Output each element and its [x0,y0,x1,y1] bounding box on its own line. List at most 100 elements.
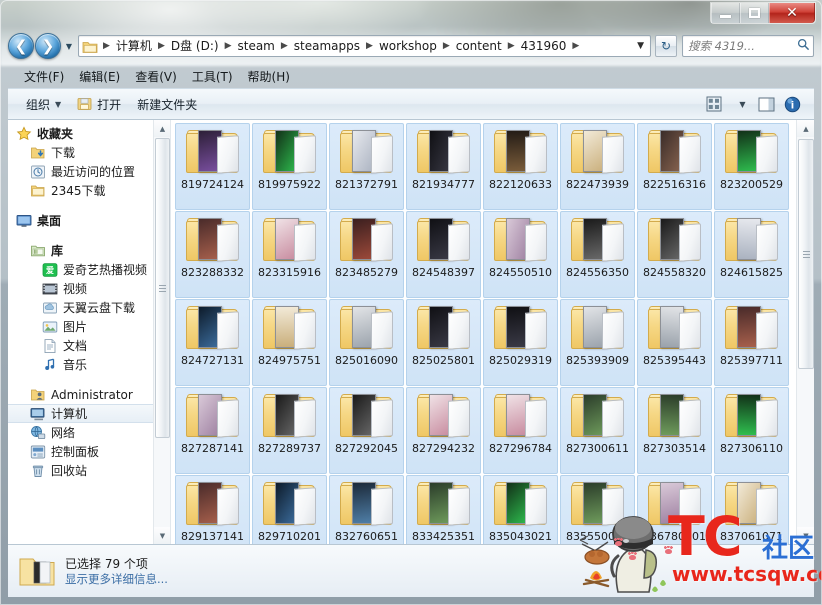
sidebar-item-pictures[interactable]: 图片 [8,317,170,336]
sidebar-item-star[interactable]: 收藏夹 [8,124,170,143]
file-grid-item[interactable]: 824558320 [637,211,712,298]
back-button[interactable]: ❮ [8,33,34,59]
file-grid-item[interactable]: 824975751 [252,299,327,386]
file-grid-item[interactable]: 823200529 [714,123,789,210]
navigation-scrollbar-thumb[interactable] [155,138,170,438]
file-grid-item[interactable]: 833425351 [406,475,481,544]
sidebar-item-network[interactable]: 网络 [8,423,170,442]
file-grid-item[interactable]: 825393909 [560,299,635,386]
breadcrumb-dropdown-icon[interactable]: ▼ [637,41,648,51]
new-folder-button[interactable]: 新建文件夹 [129,93,205,116]
help-icon[interactable]: i [780,93,804,115]
menu-item-view[interactable]: 查看(V) [129,66,186,87]
breadcrumb-item-2[interactable]: steam [234,37,277,55]
sidebar-item-recent-places[interactable]: 最近访问的位置 [8,162,170,181]
view-options-dropdown[interactable]: ▼ [728,93,752,115]
file-grid-item[interactable]: 824550510 [483,211,558,298]
maximize-button[interactable] [740,3,769,23]
file-grid-item[interactable]: 827289737 [252,387,327,474]
address-bar-row: ❮ ❯ ▼ ▶ 计算机 ▶ D盘 (D:) ▶ steam ▶ steamapp… [0,30,822,62]
sidebar-item-documents[interactable]: 文档 [8,336,170,355]
recent-pages-dropdown[interactable]: ▼ [63,33,75,59]
file-grid-item[interactable]: 823288332 [175,211,250,298]
breadcrumb-item-5[interactable]: content [453,37,505,55]
file-grid-item[interactable]: 837061071 [714,475,789,544]
file-grid-item[interactable]: 825395443 [637,299,712,386]
file-grid-item[interactable]: 824727131 [175,299,250,386]
sidebar-item-recycle-bin[interactable]: 回收站 [8,461,170,480]
file-grid-item[interactable]: 819975922 [252,123,327,210]
sidebar-item-music[interactable]: 音乐 [8,355,170,374]
sidebar-item-library[interactable]: 库 [8,241,170,260]
file-grid-item[interactable]: 824615825 [714,211,789,298]
file-grid-item[interactable]: 827287141 [175,387,250,474]
scroll-up-arrow-icon[interactable]: ▲ [154,120,170,137]
sidebar-item-downloads[interactable]: 下载 [8,143,170,162]
file-grid-item[interactable]: 827306110 [714,387,789,474]
open-button[interactable]: 打开 [69,93,129,116]
file-list-scrollbar-thumb[interactable] [798,139,814,369]
menu-item-tools[interactable]: 工具(T) [186,66,242,87]
file-grid-item[interactable]: 824548397 [406,211,481,298]
file-grid-item[interactable]: 827292045 [329,387,404,474]
sidebar-item-iqiyi[interactable]: 爱爱奇艺热播视频 [8,260,170,279]
file-grid-item[interactable]: 821372791 [329,123,404,210]
sidebar-item-control-panel[interactable]: 控制面板 [8,442,170,461]
menu-item-edit[interactable]: 编辑(E) [73,66,129,87]
file-grid-item[interactable]: 823485279 [329,211,404,298]
downloads-icon [30,145,46,161]
file-grid-item[interactable]: 827300611 [560,387,635,474]
breadcrumb-item-3[interactable]: steamapps [291,37,363,55]
file-grid-item[interactable]: 836780401 [637,475,712,544]
file-grid-item[interactable]: 827303514 [637,387,712,474]
file-grid-item[interactable]: 829137141 [175,475,250,544]
sidebar-item-folder[interactable]: 2345下载 [8,181,170,200]
file-grid-item[interactable]: 824556350 [560,211,635,298]
breadcrumb-item-1[interactable]: D盘 (D:) [168,37,222,55]
navigation-scrollbar[interactable]: ▲ ▼ [153,120,170,544]
scroll-up-arrow-icon[interactable]: ▲ [797,120,814,137]
organize-button[interactable]: 组织 ▼ [18,93,69,116]
file-list-scrollbar[interactable]: ▲ ▼ [796,120,814,544]
sidebar-item-videos[interactable]: 视频 [8,279,170,298]
file-grid-item[interactable]: 835550000 [560,475,635,544]
file-grid-item[interactable]: 825016090 [329,299,404,386]
file-grid-item[interactable]: 825029319 [483,299,558,386]
breadcrumb[interactable]: ▶ 计算机 ▶ D盘 (D:) ▶ steam ▶ steamapps ▶ wo… [78,35,651,57]
file-grid-item[interactable]: 823315916 [252,211,327,298]
file-grid-item[interactable]: 829710201 [252,475,327,544]
menu-item-help[interactable]: 帮助(H) [242,66,299,87]
sidebar-item-desktop[interactable]: 桌面 [8,211,170,230]
forward-button[interactable]: ❯ [35,33,61,59]
file-grid-item[interactable]: 821934777 [406,123,481,210]
scroll-down-arrow-icon[interactable]: ▼ [797,527,814,544]
breadcrumb-item-6[interactable]: 431960 [518,37,570,55]
file-grid-item[interactable]: 822120633 [483,123,558,210]
close-button[interactable]: ✕ [769,3,815,23]
file-grid-item[interactable]: 832760651 [329,475,404,544]
file-grid-item[interactable]: 822473939 [560,123,635,210]
scroll-down-arrow-icon[interactable]: ▼ [154,527,170,544]
file-grid-item[interactable]: 822516316 [637,123,712,210]
sidebar-item-user-folder[interactable]: Administrator [8,385,170,404]
file-grid-item[interactable]: 827294232 [406,387,481,474]
menu-item-file[interactable]: 文件(F) [18,66,73,87]
file-grid-item[interactable]: 819724124 [175,123,250,210]
file-grid-item[interactable]: 827296784 [483,387,558,474]
breadcrumb-item-0[interactable]: 计算机 [113,37,155,55]
preview-pane-icon[interactable] [754,93,778,115]
minimize-button[interactable] [711,3,740,23]
show-more-details-link[interactable]: 显示更多详细信息... [65,572,168,587]
sidebar-item-cloud-disk[interactable]: 天翼云盘下载 [8,298,170,317]
file-list-pane[interactable]: 819724124 819975922 821372791 821934777 8221… [171,120,814,544]
breadcrumb-item-4[interactable]: workshop [376,37,440,55]
file-grid-item[interactable]: 825025801 [406,299,481,386]
view-options-icon[interactable] [702,93,726,115]
search-box[interactable]: 搜索 4319... [682,35,814,57]
search-input[interactable]: 搜索 4319... [688,38,797,54]
recycle-bin-icon [30,463,46,479]
sidebar-item-computer[interactable]: 计算机 [8,404,170,423]
file-grid-item[interactable]: 825397711 [714,299,789,386]
file-grid-item[interactable]: 835043021 [483,475,558,544]
refresh-button[interactable]: ↻ [655,35,677,57]
